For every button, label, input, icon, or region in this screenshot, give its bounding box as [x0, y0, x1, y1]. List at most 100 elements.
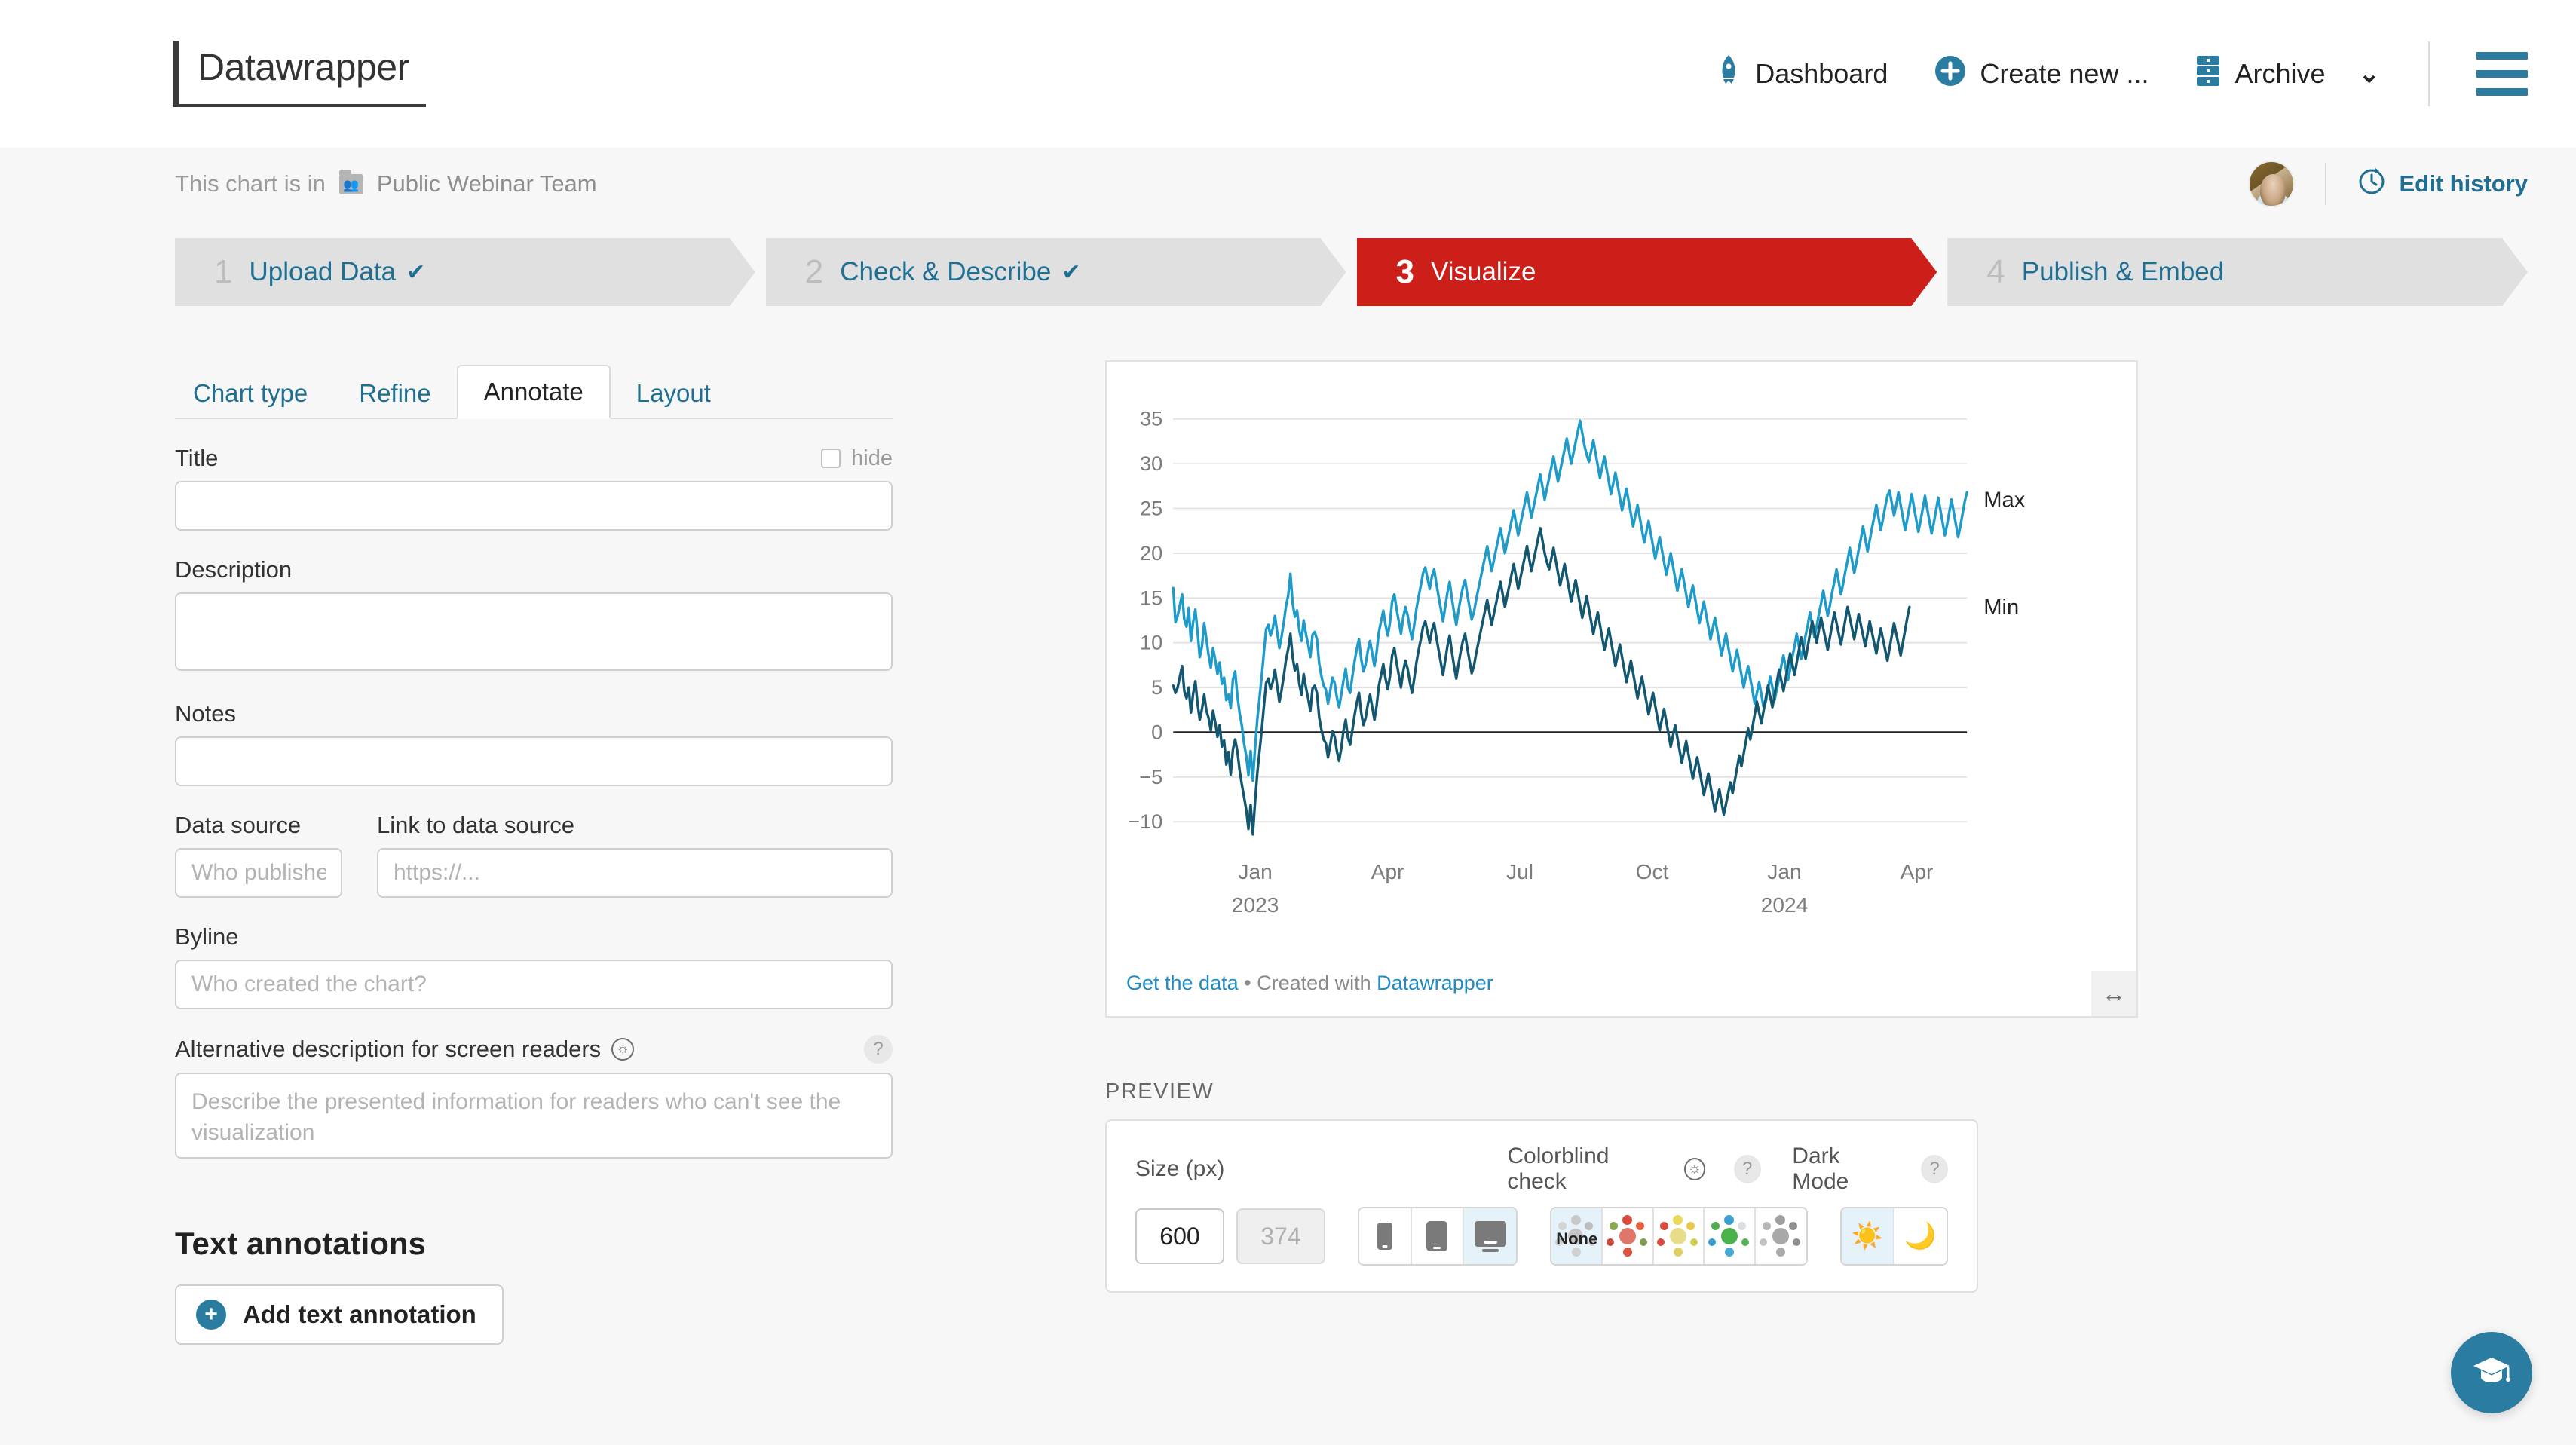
tab-layout[interactable]: Layout [611, 369, 737, 418]
step-number: 3 [1395, 253, 1414, 290]
user-avatar[interactable] [2248, 161, 2296, 207]
edit-history-label: Edit history [2399, 170, 2528, 197]
svg-text:Apr: Apr [1901, 860, 1934, 883]
hamburger-line [2476, 52, 2528, 60]
colorblind-deuteranopia-icon [1605, 1214, 1650, 1258]
nav-item-create-new-label: Create new ... [1980, 58, 2149, 89]
edit-history-button[interactable]: Edit history [2357, 166, 2528, 202]
notes-input[interactable] [175, 736, 893, 786]
svg-text:15: 15 [1140, 586, 1162, 609]
workflow-steps: 1 Upload Data ✔ 2 Check & Describe ✔ 3 V… [0, 238, 2576, 306]
step-label: Check & Describe [840, 257, 1052, 286]
byline-input[interactable] [175, 960, 893, 1009]
desktop-icon [1474, 1220, 1506, 1252]
team-folder-icon: 👥 [338, 169, 363, 194]
dark-mode-help-button[interactable]: ? [1921, 1155, 1949, 1183]
field-alt-description: Alternative description for screen reade… [175, 1035, 893, 1162]
rocket-icon [1716, 54, 1741, 94]
checkbox-icon[interactable] [821, 449, 841, 468]
brand-logo[interactable]: Datawrapper [173, 41, 426, 107]
alt-description-help-button[interactable]: ? [864, 1035, 893, 1064]
colorblind-tritanopia-button[interactable] [1705, 1208, 1756, 1264]
chart-footer: Get the data • Created with Datawrapper [1126, 972, 1493, 995]
title-label: Title [175, 445, 219, 471]
colorblind-deuteranopia-button[interactable] [1603, 1208, 1654, 1264]
svg-text:5: 5 [1151, 676, 1162, 699]
svg-text:30: 30 [1140, 452, 1162, 475]
description-textarea[interactable] [175, 592, 893, 671]
step-number: 2 [804, 253, 824, 290]
accessibility-icon: ☼ [611, 1038, 635, 1061]
add-text-annotation-button[interactable]: + Add text annotation [175, 1284, 504, 1345]
nav-item-dashboard[interactable]: Dashboard [1716, 54, 1888, 94]
colorblind-check-label: Colorblind check [1507, 1143, 1610, 1194]
hamburger-line [2476, 88, 2528, 96]
academy-help-button[interactable] [2451, 1332, 2532, 1413]
tablet-icon [1426, 1221, 1448, 1251]
step-check-describe[interactable]: 2 Check & Describe ✔ [766, 238, 1346, 306]
preview-panel: −10 −5 0 5 10 15 20 25 30 35 Max Min Jan 2023 Apr Jul Oc… [1105, 360, 2528, 1345]
size-height-input [1236, 1208, 1325, 1264]
created-with-label: Created with [1257, 972, 1377, 994]
svg-text:−5: −5 [1139, 766, 1162, 788]
datawrapper-link[interactable]: Datawrapper [1377, 972, 1493, 994]
tab-annotate[interactable]: Annotate [456, 365, 611, 419]
device-phone-button[interactable] [1359, 1208, 1412, 1264]
notes-label: Notes [175, 700, 236, 727]
svg-text:20: 20 [1140, 542, 1162, 565]
preview-section-label: PREVIEW [1105, 1079, 1214, 1104]
hide-label: hide [851, 445, 893, 470]
preview-labels-row: Size (px) Colorblind check ☼ ? Dark Mode… [1135, 1143, 1949, 1195]
hamburger-line [2476, 70, 2528, 78]
colorblind-check-selector: None [1550, 1207, 1809, 1266]
colorblind-help-button[interactable]: ? [1733, 1155, 1761, 1183]
svg-text:0: 0 [1151, 721, 1162, 744]
step-publish-embed[interactable]: 4 Publish & Embed [1947, 238, 2528, 306]
moon-icon: 🌙 [1904, 1222, 1937, 1251]
device-desktop-button[interactable] [1464, 1208, 1517, 1264]
chart-resize-handle[interactable]: ↔ [2091, 971, 2136, 1016]
colorblind-none-icon: None [1554, 1214, 1599, 1258]
sun-icon: ☀️ [1851, 1222, 1884, 1251]
chevron-down-icon[interactable]: ⌄ [2359, 59, 2381, 89]
chart-preview-card: −10 −5 0 5 10 15 20 25 30 35 Max Min Jan 2023 Apr Jul Oc… [1105, 360, 2138, 1018]
colorblind-achromatopsia-button[interactable] [1755, 1208, 1807, 1264]
data-source-label: Data source [175, 812, 302, 838]
top-navigation-bar: Datawrapper Dashboard Create new ... Arc… [0, 0, 2576, 148]
size-width-input[interactable] [1135, 1208, 1224, 1264]
title-hide-toggle[interactable]: hide [821, 446, 893, 471]
step-check-icon: ✔ [1061, 259, 1081, 285]
svg-text:35: 35 [1140, 408, 1162, 430]
svg-text:Jul: Jul [1506, 860, 1533, 883]
title-input[interactable] [175, 481, 893, 531]
team-info: This chart is in 👥 Public Webinar Team [175, 169, 597, 197]
colorblind-none-button[interactable]: None [1551, 1208, 1603, 1264]
data-source-input[interactable] [175, 848, 342, 898]
step-upload-data[interactable]: 1 Upload Data ✔ [175, 238, 755, 306]
avatar-divider [2325, 163, 2327, 205]
link-input[interactable] [377, 848, 893, 898]
colorblind-achromatopsia-icon [1758, 1214, 1803, 1258]
tab-refine[interactable]: Refine [333, 369, 456, 418]
tab-chart-type[interactable]: Chart type [175, 369, 333, 418]
step-label: Publish & Embed [2021, 257, 2225, 286]
light-mode-button[interactable]: ☀️ [1842, 1208, 1894, 1264]
step-number: 1 [214, 253, 233, 290]
device-tablet-button[interactable] [1411, 1208, 1465, 1264]
colorblind-protanopia-button[interactable] [1653, 1208, 1705, 1264]
nav-item-archive[interactable]: Archive ⌄ [2195, 54, 2380, 94]
hamburger-menu-button[interactable] [2476, 52, 2528, 96]
description-label: Description [175, 556, 293, 583]
main-content: Chart type Refine Annotate Layout Title … [0, 360, 2576, 1345]
nav-item-create-new[interactable]: Create new ... [1934, 55, 2149, 93]
phone-icon [1377, 1223, 1392, 1250]
plus-circle-icon: + [196, 1300, 226, 1330]
add-text-annotation-label: Add text annotation [243, 1300, 476, 1328]
dark-mode-button[interactable]: 🌙 [1894, 1208, 1947, 1264]
svg-text:25: 25 [1140, 497, 1162, 520]
step-label: Visualize [1430, 257, 1536, 286]
get-the-data-link[interactable]: Get the data [1126, 972, 1239, 994]
alt-description-textarea[interactable] [175, 1073, 893, 1159]
step-visualize[interactable]: 3 Visualize [1357, 238, 1937, 306]
team-name-link[interactable]: Public Webinar Team [377, 170, 597, 197]
